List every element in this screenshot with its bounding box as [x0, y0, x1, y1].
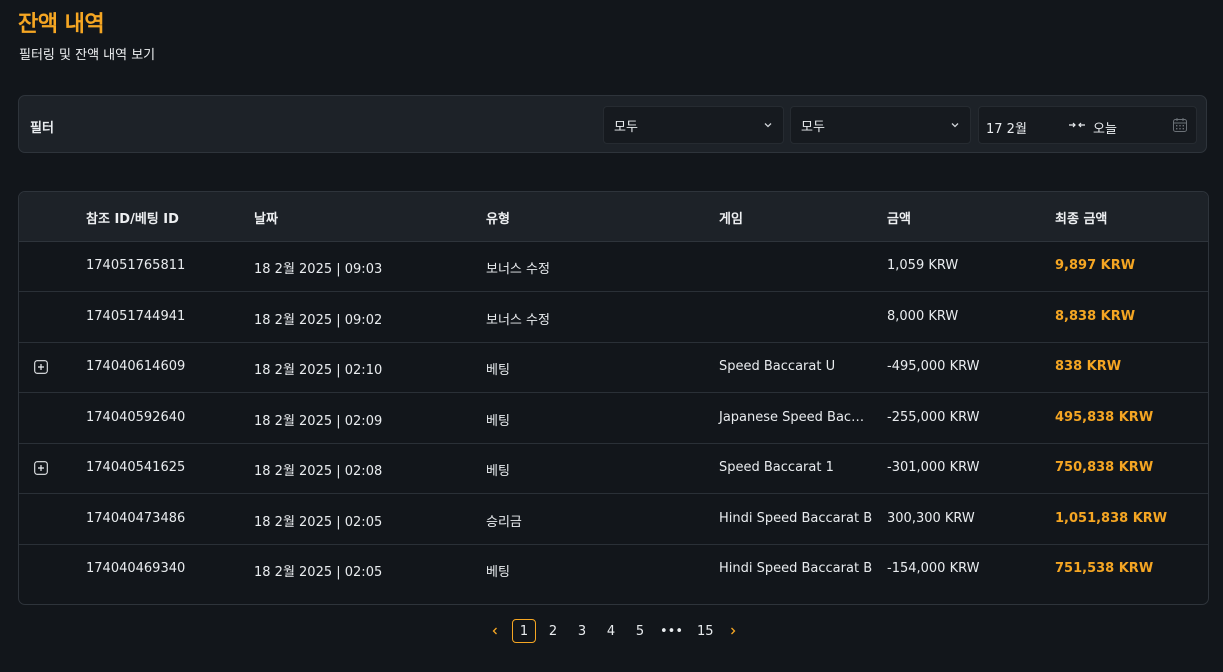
cell-type: 베팅	[486, 363, 510, 378]
cell-id: 174040469340	[86, 561, 186, 576]
cell-type: 보너스 수정	[486, 262, 550, 277]
cell-id: 174051765811	[86, 258, 186, 273]
cell-type: 베팅	[486, 464, 510, 479]
date-range-picker[interactable]: 17 2월 오늘	[978, 106, 1197, 144]
page-button[interactable]: 1	[512, 619, 536, 643]
cell-type: 베팅	[486, 413, 510, 429]
date-from[interactable]: 17 2월	[986, 118, 1027, 137]
table-row: 174051765811 18 2월 2025 | 09:03 보너스 수정 1,05…	[19, 241, 1208, 292]
game-select-value: 모두	[801, 119, 825, 135]
column-header-type: 유형	[486, 212, 510, 227]
chevron-left-icon	[492, 627, 497, 635]
expand-plus-icon[interactable]	[34, 461, 48, 475]
chevron-right-icon	[731, 627, 736, 635]
cell-id: 174040614609	[86, 359, 186, 374]
page-ellipsis: •••	[660, 623, 684, 639]
cell-amount: 8,000 KRW	[887, 308, 959, 324]
cell-id: 174040541625	[86, 460, 186, 475]
column-header-date: 날짜	[254, 212, 278, 227]
table-header: 참조 ID/베팅 ID 날짜 유형 게임 금액 최종 금액	[19, 192, 1208, 242]
table-row: 174040592640 18 2월 2025 | 02:09 베팅 Japanese…	[19, 393, 1208, 444]
swap-arrows-icon	[1069, 122, 1085, 128]
expand-plus-icon[interactable]	[34, 360, 48, 374]
cell-type: 베팅	[486, 565, 510, 580]
column-header-amount: 금액	[887, 212, 911, 227]
filter-label: 필터	[30, 121, 54, 136]
type-select-value: 모두	[614, 119, 638, 135]
cell-amount: -255,000 KRW	[887, 409, 980, 425]
cell-amount: -495,000 KRW	[887, 359, 980, 374]
cell-date: 18 2월 2025 | 02:09	[254, 413, 383, 429]
column-header-final-amount: 최종 금액	[1055, 212, 1108, 227]
cell-final-amount: 1,051,838 KRW	[1055, 510, 1168, 526]
cell-amount: -301,000 KRW	[887, 460, 980, 475]
cell-date: 18 2월 2025 | 02:05	[254, 514, 383, 530]
cell-amount: 300,300 KRW	[887, 510, 975, 526]
cell-id: 174040592640	[86, 409, 186, 425]
page-button[interactable]: 5	[634, 619, 646, 643]
date-to[interactable]: 오늘	[1093, 118, 1117, 137]
table-row: 174040541625 18 2월 2025 | 02:08 베팅 Speed Ba…	[19, 443, 1208, 494]
cell-game: Speed Baccarat 1	[719, 460, 834, 475]
cell-final-amount: 751,538 KRW	[1055, 561, 1154, 576]
page-button[interactable]: 4	[605, 619, 617, 643]
table-row: 174051744941 18 2월 2025 | 09:02 보너스 수정 8,00…	[19, 292, 1208, 343]
cell-amount: 1,059 KRW	[887, 258, 959, 273]
cell-type: 승리금	[486, 514, 522, 530]
column-header-game: 게임	[719, 212, 743, 227]
cell-date: 18 2월 2025 | 09:03	[254, 262, 383, 277]
page-button[interactable]: 2	[547, 619, 559, 643]
pagination: 1 2 3 4 5 ••• 15	[0, 619, 1223, 645]
page-title: 잔액 내역	[18, 12, 105, 37]
cell-final-amount: 750,838 KRW	[1055, 460, 1154, 475]
cell-final-amount: 9,897 KRW	[1055, 258, 1136, 273]
cell-final-amount: 8,838 KRW	[1055, 308, 1136, 324]
cell-id: 174051744941	[86, 308, 186, 324]
calendar-icon[interactable]	[1172, 117, 1188, 133]
cell-date: 18 2월 2025 | 02:08	[254, 464, 383, 479]
cell-final-amount: 838 KRW	[1055, 359, 1122, 374]
chevron-down-icon	[764, 123, 772, 128]
balance-table: 참조 ID/베팅 ID 날짜 유형 게임 금액 최종 금액 1740517658…	[18, 191, 1209, 605]
chevron-down-icon	[951, 123, 959, 128]
cell-type: 보너스 수정	[486, 312, 550, 328]
table-row: 174040473486 18 2월 2025 | 02:05 승리금 Hindi S…	[19, 494, 1208, 545]
cell-game: Hindi Speed Baccarat B	[719, 510, 873, 526]
cell-game: Hindi Speed Baccarat B	[719, 561, 873, 576]
game-select[interactable]: 모두	[790, 106, 971, 144]
cell-id: 174040473486	[86, 510, 186, 526]
cell-date: 18 2월 2025 | 09:02	[254, 312, 383, 328]
filter-bar: 필터 모두 모두 17 2월 오늘	[18, 95, 1207, 153]
cell-date: 18 2월 2025 | 02:10	[254, 363, 383, 378]
cell-final-amount: 495,838 KRW	[1055, 409, 1154, 425]
page-button[interactable]: 3	[576, 619, 588, 643]
page-subtitle: 필터링 및 잔액 내역 보기	[19, 48, 156, 63]
table-row: 174040614609 18 2월 2025 | 02:10 베팅 Speed Ba…	[19, 342, 1208, 393]
next-page-button[interactable]	[727, 619, 739, 643]
type-select[interactable]: 모두	[603, 106, 784, 144]
prev-page-button[interactable]	[489, 619, 501, 643]
cell-amount: -154,000 KRW	[887, 561, 980, 576]
table-row: 174040469340 18 2월 2025 | 02:05 베팅 Hindi Sp…	[19, 544, 1208, 594]
column-header-id: 참조 ID/베팅 ID	[86, 212, 179, 227]
cell-date: 18 2월 2025 | 02:05	[254, 565, 383, 580]
cell-game: Japanese Speed Bac…	[719, 409, 865, 425]
cell-game: Speed Baccarat U	[719, 359, 836, 374]
page-button[interactable]: 15	[697, 619, 714, 643]
